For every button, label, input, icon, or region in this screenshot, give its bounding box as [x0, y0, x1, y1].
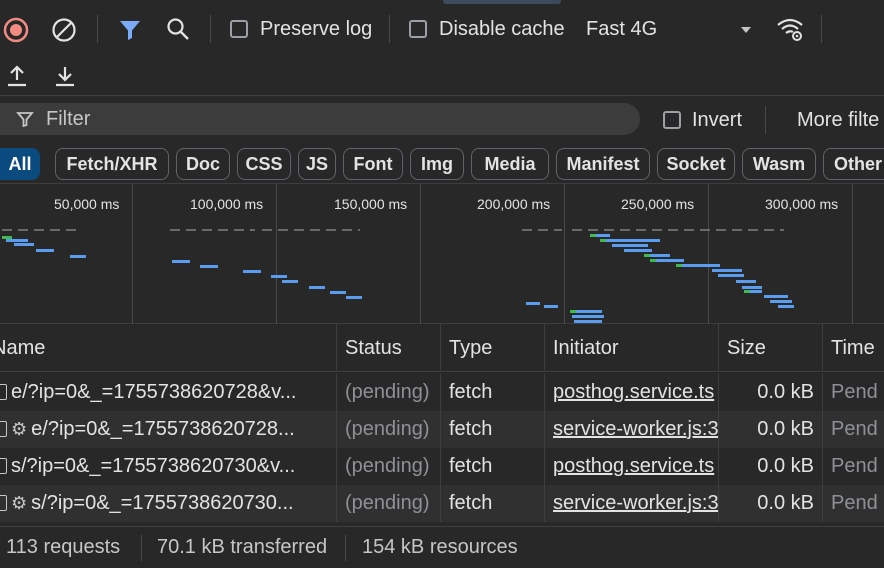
type-filter-all[interactable]: All: [0, 148, 40, 180]
gear-icon: ⚙: [11, 419, 28, 439]
request-name: e/?ip=0&_=1755738620728&v...: [11, 381, 297, 403]
request-name-cell: ⚙ e/?ip=0&_=1755738620728...: [0, 411, 337, 448]
type-filter-other[interactable]: Other: [823, 148, 884, 180]
column-header-time[interactable]: Time: [823, 324, 884, 372]
filter-bar: Filter Invert More filte: [0, 96, 884, 144]
network-overview[interactable]: 50,000 ms 100,000 ms 150,000 ms 200,000 …: [0, 184, 884, 324]
type-filter-font[interactable]: Font: [343, 148, 403, 180]
column-header-status[interactable]: Status: [337, 324, 441, 372]
network-toolbar: Preserve log Disable cache Fast 4G: [0, 0, 884, 58]
request-time: Pend: [831, 455, 878, 477]
type-filter-media[interactable]: Media: [471, 148, 549, 180]
record-stop-icon[interactable]: [2, 16, 30, 44]
wifi-gear-icon[interactable]: [775, 14, 805, 44]
request-initiator-link[interactable]: service-worker.js:3: [545, 411, 719, 448]
type-filter-css[interactable]: CSS: [237, 148, 291, 180]
request-status: (pending): [337, 485, 441, 522]
request-time: Pend: [831, 492, 878, 514]
panel-tab-indicator: [443, 0, 561, 4]
request-table-body: e/?ip=0&_=1755738620728&v... (pending) f…: [0, 372, 884, 522]
request-name-cell: s/?ip=0&_=1755738620730&v...: [0, 448, 337, 485]
request-status: (pending): [337, 411, 441, 448]
throttling-select[interactable]: Fast 4G: [586, 17, 657, 41]
request-size: 0.0 kB: [719, 411, 823, 448]
table-row[interactable]: ⚙ e/?ip=0&_=1755738620728... (pending) fe…: [0, 411, 884, 448]
request-initiator-link[interactable]: posthog.service.ts: [545, 374, 719, 411]
resources-size: 154 kB resources: [362, 536, 518, 558]
column-header-initiator[interactable]: Initiator: [545, 324, 719, 372]
import-export-toolbar: [0, 58, 884, 96]
request-size: 0.0 kB: [719, 485, 823, 522]
column-header-type[interactable]: Type: [441, 324, 545, 372]
document-icon: [0, 495, 7, 511]
toolbar-divider: [765, 106, 766, 134]
request-time: Pend: [831, 381, 878, 403]
gear-icon: ⚙: [11, 493, 28, 513]
table-row[interactable]: s/?ip=0&_=1755738620730&v... (pending) f…: [0, 448, 884, 485]
request-type: fetch: [441, 448, 545, 485]
request-name: s/?ip=0&_=1755738620730...: [31, 492, 294, 514]
filter-input[interactable]: Filter: [0, 103, 640, 135]
request-name: e/?ip=0&_=1755738620728...: [31, 418, 295, 440]
preserve-log-label: Preserve log: [260, 18, 373, 40]
document-icon: [0, 421, 7, 437]
status-divider: [141, 535, 142, 561]
column-header-size[interactable]: Size: [719, 324, 823, 372]
toolbar-divider: [389, 15, 390, 43]
document-icon: [0, 458, 7, 474]
search-icon[interactable]: [164, 15, 192, 43]
type-filter-img[interactable]: Img: [410, 148, 464, 180]
request-table-header: Name Status Type Initiator Size Time: [0, 324, 884, 372]
funnel-outline-icon: [16, 110, 34, 128]
request-bars: [2, 229, 794, 323]
status-bar: 113 requests 70.1 kB transferred 154 kB …: [0, 526, 884, 568]
invert-label: Invert: [692, 109, 743, 131]
request-status: (pending): [337, 374, 441, 411]
table-row[interactable]: e/?ip=0&_=1755738620728&v... (pending) f…: [0, 374, 884, 411]
request-time: Pend: [831, 418, 878, 440]
funnel-icon[interactable]: [117, 16, 143, 44]
toolbar-divider: [210, 15, 211, 43]
request-name-cell: ⚙ s/?ip=0&_=1755738620730...: [0, 485, 337, 522]
request-type: fetch: [441, 485, 545, 522]
request-initiator-link[interactable]: posthog.service.ts: [545, 448, 719, 485]
request-count: 113 requests: [6, 536, 121, 558]
request-type: fetch: [441, 374, 545, 411]
preserve-log-checkbox[interactable]: [230, 20, 248, 38]
clear-icon[interactable]: [50, 16, 78, 44]
status-divider: [345, 535, 346, 561]
request-initiator-link[interactable]: service-worker.js:3: [545, 485, 719, 522]
download-icon[interactable]: [52, 62, 78, 90]
toolbar-divider: [821, 15, 822, 43]
request-status: (pending): [337, 448, 441, 485]
request-size: 0.0 kB: [719, 374, 823, 411]
transferred-size: 70.1 kB transferred: [157, 536, 328, 558]
request-name-cell: e/?ip=0&_=1755738620728&v...: [0, 374, 337, 411]
more-filters-button[interactable]: More filte: [797, 108, 879, 132]
overview-waterfall: [2, 229, 794, 323]
type-filter-doc[interactable]: Doc: [176, 148, 230, 180]
toolbar-divider: [97, 15, 98, 43]
type-filter-wasm[interactable]: Wasm: [742, 148, 816, 180]
request-type: fetch: [441, 411, 545, 448]
invert-checkbox[interactable]: [663, 111, 681, 129]
type-filter-js[interactable]: JS: [298, 148, 336, 180]
disable-cache-checkbox[interactable]: [409, 20, 427, 38]
chevron-down-icon[interactable]: [741, 27, 751, 33]
request-size: 0.0 kB: [719, 448, 823, 485]
filter-placeholder: Filter: [46, 108, 91, 130]
column-header-name[interactable]: Name: [0, 324, 337, 372]
request-name: s/?ip=0&_=1755738620730&v...: [11, 455, 296, 477]
resource-type-filters: All Fetch/XHR Doc CSS JS Font Img Media …: [0, 144, 884, 184]
type-filter-fetch-xhr[interactable]: Fetch/XHR: [55, 148, 169, 180]
type-filter-manifest[interactable]: Manifest: [556, 148, 650, 180]
table-row[interactable]: ⚙ s/?ip=0&_=1755738620730... (pending) fe…: [0, 485, 884, 522]
disable-cache-label: Disable cache: [439, 18, 565, 40]
upload-icon[interactable]: [4, 62, 30, 90]
type-filter-socket[interactable]: Socket: [657, 148, 735, 180]
document-icon: [0, 384, 7, 400]
